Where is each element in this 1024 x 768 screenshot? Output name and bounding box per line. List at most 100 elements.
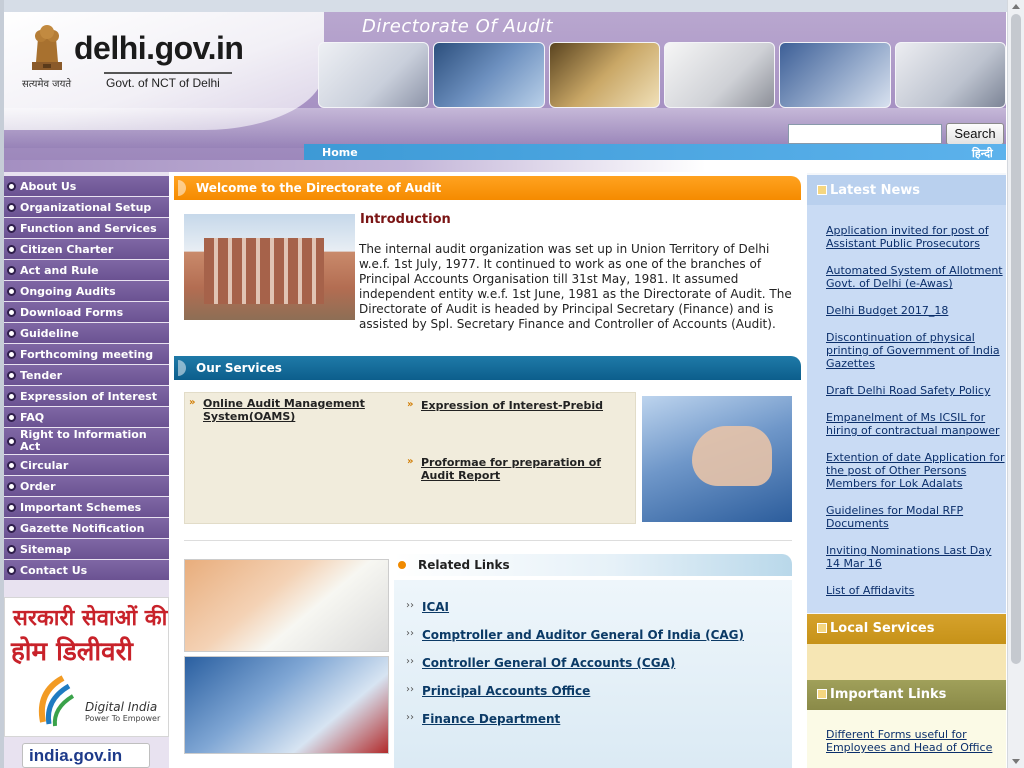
top-nav-strip <box>304 144 1006 160</box>
related-links-title: Related Links <box>418 558 510 572</box>
bullet-icon <box>7 460 16 470</box>
square-bullet-icon <box>817 185 827 195</box>
bullet-icon <box>7 436 16 446</box>
news-item[interactable]: List of Affidavits <box>826 584 1006 597</box>
related-link-pao[interactable]: Principal Accounts Office <box>422 684 590 698</box>
promo-line-1: सरकारी सेवाओं की <box>13 606 168 631</box>
bullet-icon <box>7 265 16 275</box>
chevron-right-icon: » <box>189 397 196 408</box>
sidebar-item-gazette-notification[interactable]: Gazette Notification <box>4 518 169 538</box>
sidebar-item-function-services[interactable]: Function and Services <box>4 218 169 238</box>
chevron-right-icon: » <box>407 399 414 410</box>
news-item[interactable]: Extention of date Application for the po… <box>826 451 1006 490</box>
header-bottom-band <box>4 160 1006 172</box>
sidebar-item-tender[interactable]: Tender <box>4 365 169 385</box>
services-heading: Our Services <box>174 356 801 380</box>
search-input[interactable] <box>788 124 942 144</box>
sidebar-item-contact-us[interactable]: Contact Us <box>4 560 169 580</box>
banner-photo-pen <box>318 42 430 108</box>
service-link-proformae[interactable]: Proformae for preparation of Audit Repor… <box>421 456 621 482</box>
latest-news-title: Latest News <box>830 183 921 198</box>
banner-photo-ledger <box>894 42 1006 108</box>
news-item[interactable]: Automated System of Allotment Govt. of D… <box>826 264 1006 290</box>
digital-india-promo-banner[interactable]: सरकारी सेवाओं की होम डिलीवरी Digital Ind… <box>4 597 169 737</box>
left-navigation: About Us Organizational Setup Function a… <box>4 176 169 581</box>
sidebar-item-important-schemes[interactable]: Important Schemes <box>4 497 169 517</box>
india-gov-banner[interactable]: india.gov.in <box>22 743 150 768</box>
logo-underline <box>104 72 232 74</box>
sidebar-item-about-us[interactable]: About Us <box>4 176 169 196</box>
service-link-oams[interactable]: Online Audit Management System(OAMS) <box>203 397 393 423</box>
keyboard-typing-photo <box>642 396 792 522</box>
news-item[interactable]: Application invited for post of Assistan… <box>826 224 1006 250</box>
sidebar-item-organizational-setup[interactable]: Organizational Setup <box>4 197 169 217</box>
banner-photos <box>318 42 1006 108</box>
sidebar-item-forthcoming-meeting[interactable]: Forthcoming meeting <box>4 344 169 364</box>
window-frame-top <box>0 0 1024 12</box>
sidebar-item-ongoing-audits[interactable]: Ongoing Audits <box>4 281 169 301</box>
sidebar-item-rti[interactable]: Right to Information Act <box>4 428 169 454</box>
image-spacer <box>184 242 359 324</box>
local-services-header: Local Services <box>807 614 1006 644</box>
bullet-icon <box>7 244 16 254</box>
bullet-icon <box>7 391 16 401</box>
related-links-panel: ›› ICAI ›› Comptroller and Auditor Gener… <box>394 580 792 768</box>
latest-news-header: Latest News <box>807 175 1006 205</box>
chevron-right-icon: ›› <box>406 628 414 639</box>
sidebar-item-download-forms[interactable]: Download Forms <box>4 302 169 322</box>
nav-home-link[interactable]: Home <box>322 146 358 159</box>
sidebar-item-faq[interactable]: FAQ <box>4 407 169 427</box>
search-button[interactable]: Search <box>946 123 1004 145</box>
site-subtitle: Govt. of NCT of Delhi <box>106 76 220 90</box>
chevron-right-icon: ›› <box>406 712 414 723</box>
important-links-title: Important Links <box>830 687 947 702</box>
news-item[interactable]: Delhi Budget 2017_18 <box>826 304 1006 317</box>
news-item[interactable]: Empanelment of Ms ICSIL for hiring of co… <box>826 411 1006 437</box>
related-link-finance[interactable]: Finance Department <box>422 712 560 726</box>
sidebar-item-order[interactable]: Order <box>4 476 169 496</box>
bullet-icon <box>7 286 16 296</box>
related-link-cga[interactable]: Controller General Of Accounts (CGA) <box>422 656 675 670</box>
banner-photo-spreadsheet <box>779 42 891 108</box>
local-services-title: Local Services <box>830 621 935 636</box>
sidebar-item-act-rule[interactable]: Act and Rule <box>4 260 169 280</box>
important-link-item[interactable]: Different Forms useful for Employees and… <box>826 728 1006 754</box>
related-link-icai[interactable]: ICAI <box>422 600 449 614</box>
sidebar-item-guideline[interactable]: Guideline <box>4 323 169 343</box>
site-header: सत्यमेव जयते delhi.gov.in Govt. of NCT o… <box>4 12 1006 172</box>
news-item[interactable]: Guidelines for Modal RFP Documents <box>826 504 1006 530</box>
bullet-icon <box>7 523 16 533</box>
bullet-icon <box>7 349 16 359</box>
news-item[interactable]: Inviting Nominations Last Day 14 Mar 16 <box>826 544 1006 570</box>
banner-photo-coins <box>548 42 660 108</box>
sidebar-item-sitemap[interactable]: Sitemap <box>4 539 169 559</box>
intro-paragraph: The internal audit organization was set … <box>184 242 794 332</box>
vertical-scrollbar[interactable] <box>1007 0 1024 768</box>
chevron-right-icon: » <box>407 456 414 467</box>
directorate-title: Directorate Of Audit <box>362 16 554 37</box>
chevron-right-icon: ›› <box>406 656 414 667</box>
news-item[interactable]: Discontinuation of physical printing of … <box>826 331 1006 370</box>
latest-news-list: Application invited for post of Assistan… <box>807 205 1006 613</box>
news-item[interactable]: Draft Delhi Road Safety Policy <box>826 384 1006 397</box>
calculator-photo <box>184 559 389 652</box>
bullet-icon <box>7 181 16 191</box>
nav-hindi-link[interactable]: हिन्दी <box>972 146 993 161</box>
site-logo-text[interactable]: delhi.gov.in <box>74 30 244 67</box>
banner-photo-chart <box>433 42 545 108</box>
sidebar-item-citizen-charter[interactable]: Citizen Charter <box>4 239 169 259</box>
related-link-cag[interactable]: Comptroller and Auditor General Of India… <box>422 628 744 642</box>
scroll-down-icon[interactable] <box>1012 759 1020 764</box>
services-panel: » Online Audit Management System(OAMS) »… <box>184 392 636 524</box>
hand-shape <box>692 426 772 486</box>
scrollbar-thumb[interactable] <box>1011 14 1021 664</box>
square-bullet-icon <box>817 689 827 699</box>
sidebar-item-expression-of-interest[interactable]: Expression of Interest <box>4 386 169 406</box>
scroll-up-icon[interactable] <box>1012 4 1020 9</box>
content-divider <box>184 540 792 541</box>
service-link-eoi-prebid[interactable]: Expression of Interest-Prebid <box>421 399 621 412</box>
sidebar-item-circular[interactable]: Circular <box>4 455 169 475</box>
emblem-motto: सत्यमेव जयते <box>22 79 72 90</box>
bullet-icon <box>7 565 16 575</box>
promo-line-2: होम डिलीवरी <box>11 637 133 667</box>
